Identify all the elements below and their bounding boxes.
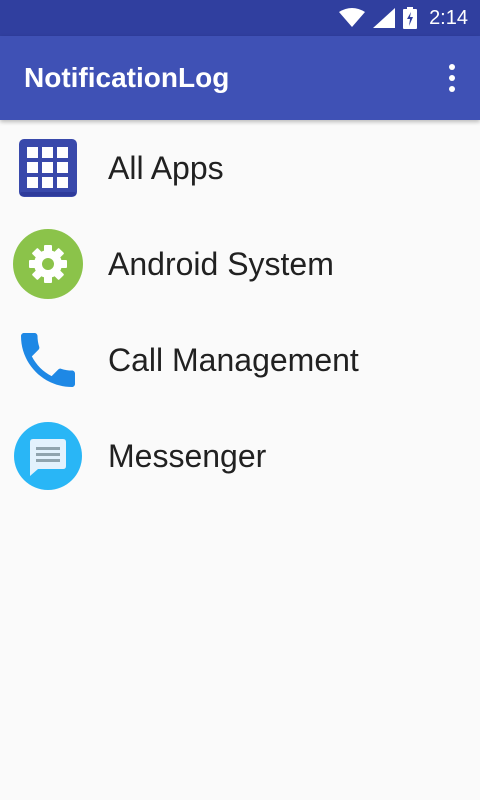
app-row-call-management[interactable]: Call Management <box>0 312 480 408</box>
settings-gear-icon <box>10 228 86 300</box>
status-icons: 2:14 <box>339 0 468 36</box>
status-time: 2:14 <box>429 6 468 29</box>
messenger-icon <box>10 420 86 492</box>
cell-signal-icon <box>373 8 396 28</box>
app-label: Call Management <box>108 342 359 378</box>
battery-charging-icon <box>403 7 418 29</box>
phone-icon <box>10 324 86 396</box>
more-vert-icon[interactable] <box>444 64 460 92</box>
menu-dot <box>449 86 455 92</box>
grid-apps-icon <box>10 132 86 204</box>
app-label: All Apps <box>108 150 224 186</box>
app-row-android-system[interactable]: Android System <box>0 216 480 312</box>
wifi-icon <box>339 8 366 27</box>
app-row-messenger[interactable]: Messenger <box>0 408 480 504</box>
app-label: Android System <box>108 246 334 282</box>
app-list: All Apps Android System Call Management … <box>0 120 480 504</box>
status-bar: 2:14 <box>0 0 480 36</box>
app-bar: NotificationLog <box>0 36 480 120</box>
menu-dot <box>449 64 455 70</box>
app-row-all-apps[interactable]: All Apps <box>0 120 480 216</box>
app-label: Messenger <box>108 438 267 474</box>
menu-dot <box>449 75 455 81</box>
app-title: NotificationLog <box>24 62 230 93</box>
